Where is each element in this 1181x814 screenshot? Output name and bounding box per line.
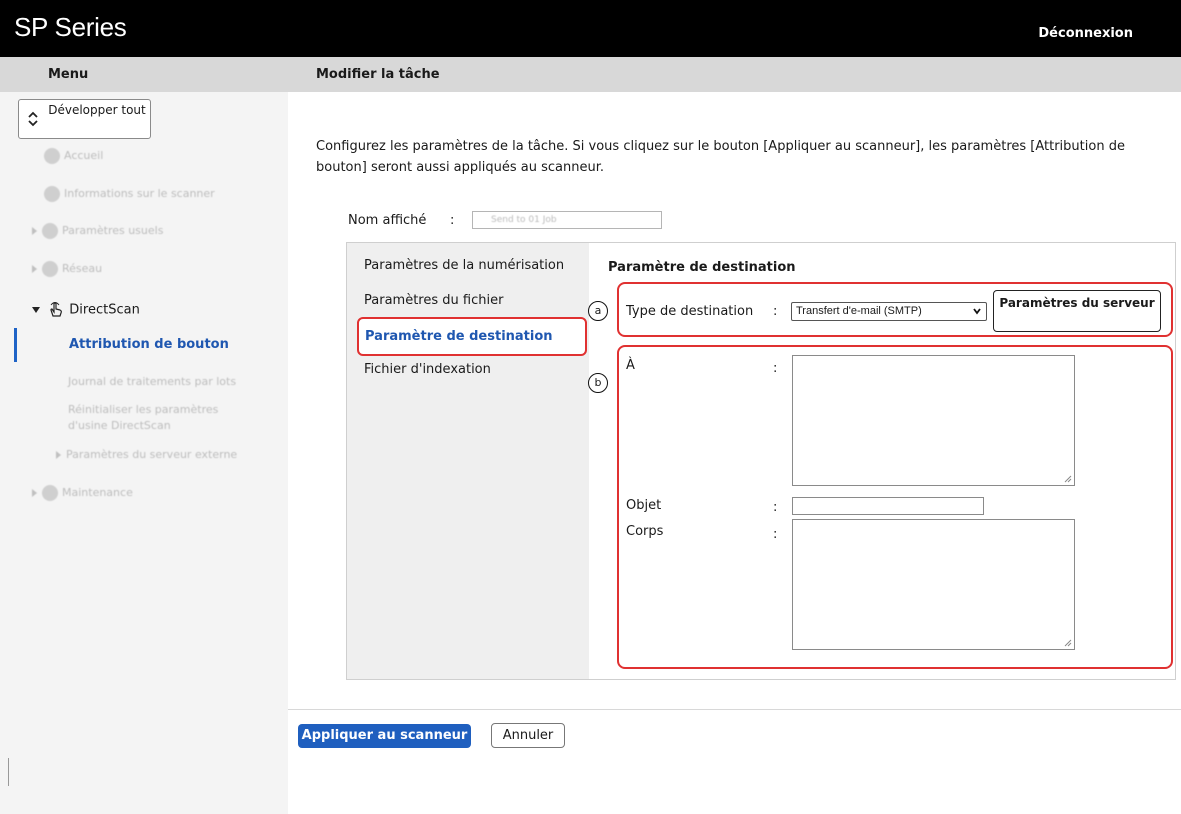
apply-to-scanner-button[interactable]: Appliquer au scanneur (298, 724, 471, 748)
destination-type-value: Transfert d'e-mail (SMTP) (796, 305, 922, 317)
expand-all-button[interactable]: Développer tout (18, 99, 151, 139)
server-settings-button[interactable]: Paramètres du serveur (993, 290, 1161, 332)
left-edge-line (8, 758, 9, 786)
sub-header: Menu Modifier la tâche (0, 57, 1181, 92)
tab-index-file[interactable]: Fichier d'indexation (364, 362, 491, 377)
subject-label: Objet (626, 498, 662, 513)
sidebar-item-common-settings[interactable]: Paramètres usuels (32, 223, 163, 239)
collapse-arrow-icon (32, 307, 40, 313)
tab-destination-settings[interactable]: Paramètre de destination (357, 317, 587, 356)
destination-type-colon: : (773, 304, 778, 319)
sidebar-item-network[interactable]: Réseau (32, 261, 102, 277)
resize-grip-icon (1064, 639, 1072, 647)
to-colon: : (773, 361, 778, 376)
logout-link[interactable]: Déconnexion (1038, 26, 1133, 41)
home-icon (44, 148, 60, 164)
destination-type-select[interactable]: Transfert d'e-mail (SMTP) (791, 302, 987, 321)
body-textarea[interactable] (792, 519, 1075, 650)
chevron-down-icon (973, 308, 981, 315)
tab-scan-settings[interactable]: Paramètres de la numérisation (364, 258, 564, 273)
expand-collapse-icon (28, 111, 38, 127)
sidebar-item-home[interactable]: Accueil (44, 148, 103, 164)
page-title: Modifier la tâche (316, 67, 440, 82)
expand-arrow-icon (32, 489, 37, 497)
top-bar: SP Series Déconnexion (0, 0, 1181, 57)
hand-pointer-icon (50, 302, 63, 317)
subject-colon: : (773, 500, 778, 515)
callout-a: a (588, 301, 608, 321)
sidebar-item-scanner-info[interactable]: Informations sur le scanner (44, 186, 215, 202)
expand-arrow-icon (32, 227, 37, 235)
section-title: Paramètre de destination (608, 260, 796, 275)
gear-icon (42, 223, 58, 239)
body-colon: : (773, 527, 778, 542)
sidebar-item-batch-log[interactable]: Journal de traitements par lots (68, 375, 236, 388)
cancel-button[interactable]: Annuler (491, 723, 565, 748)
footer-divider (288, 709, 1181, 710)
body-label: Corps (626, 524, 664, 539)
sidebar-item-reset-directscan[interactable]: Réinitialiser les paramètres d'usine Dir… (68, 402, 258, 434)
display-name-row: Nom affiché : (348, 213, 454, 228)
sidebar-item-maintenance[interactable]: Maintenance (32, 485, 133, 501)
wrench-icon (42, 485, 58, 501)
info-icon (44, 186, 60, 202)
expand-all-label: Développer tout (48, 103, 146, 117)
to-textarea[interactable] (792, 355, 1075, 486)
network-icon (42, 261, 58, 277)
resize-grip-icon (1064, 475, 1072, 483)
task-description: Configurez les paramètres de la tâche. S… (316, 139, 1125, 175)
expand-arrow-icon (32, 265, 37, 273)
display-name-label: Nom affiché (348, 213, 427, 228)
callout-b: b (588, 373, 608, 393)
destination-type-label: Type de destination (626, 304, 754, 319)
to-label: À (626, 358, 635, 373)
display-name-value: Send to 01 Job (491, 215, 557, 225)
sidebar-item-external-server[interactable]: Paramètres du serveur externe (56, 448, 237, 461)
settings-tabs: Paramètres de la numérisation Paramètres… (347, 243, 589, 679)
sidebar-item-directscan[interactable]: DirectScan (32, 301, 140, 319)
subject-input[interactable] (792, 497, 984, 515)
sidebar: Développer tout Accueil Informations sur… (0, 92, 288, 814)
menu-title: Menu (48, 67, 89, 82)
display-name-field[interactable]: Send to 01 Job (472, 211, 662, 229)
app-title: SP Series (14, 12, 127, 42)
sidebar-item-button-assignment[interactable]: Attribution de bouton (14, 328, 288, 362)
expand-arrow-icon (56, 451, 61, 459)
tab-file-settings[interactable]: Paramètres du fichier (364, 293, 503, 308)
display-name-colon: : (450, 213, 455, 228)
